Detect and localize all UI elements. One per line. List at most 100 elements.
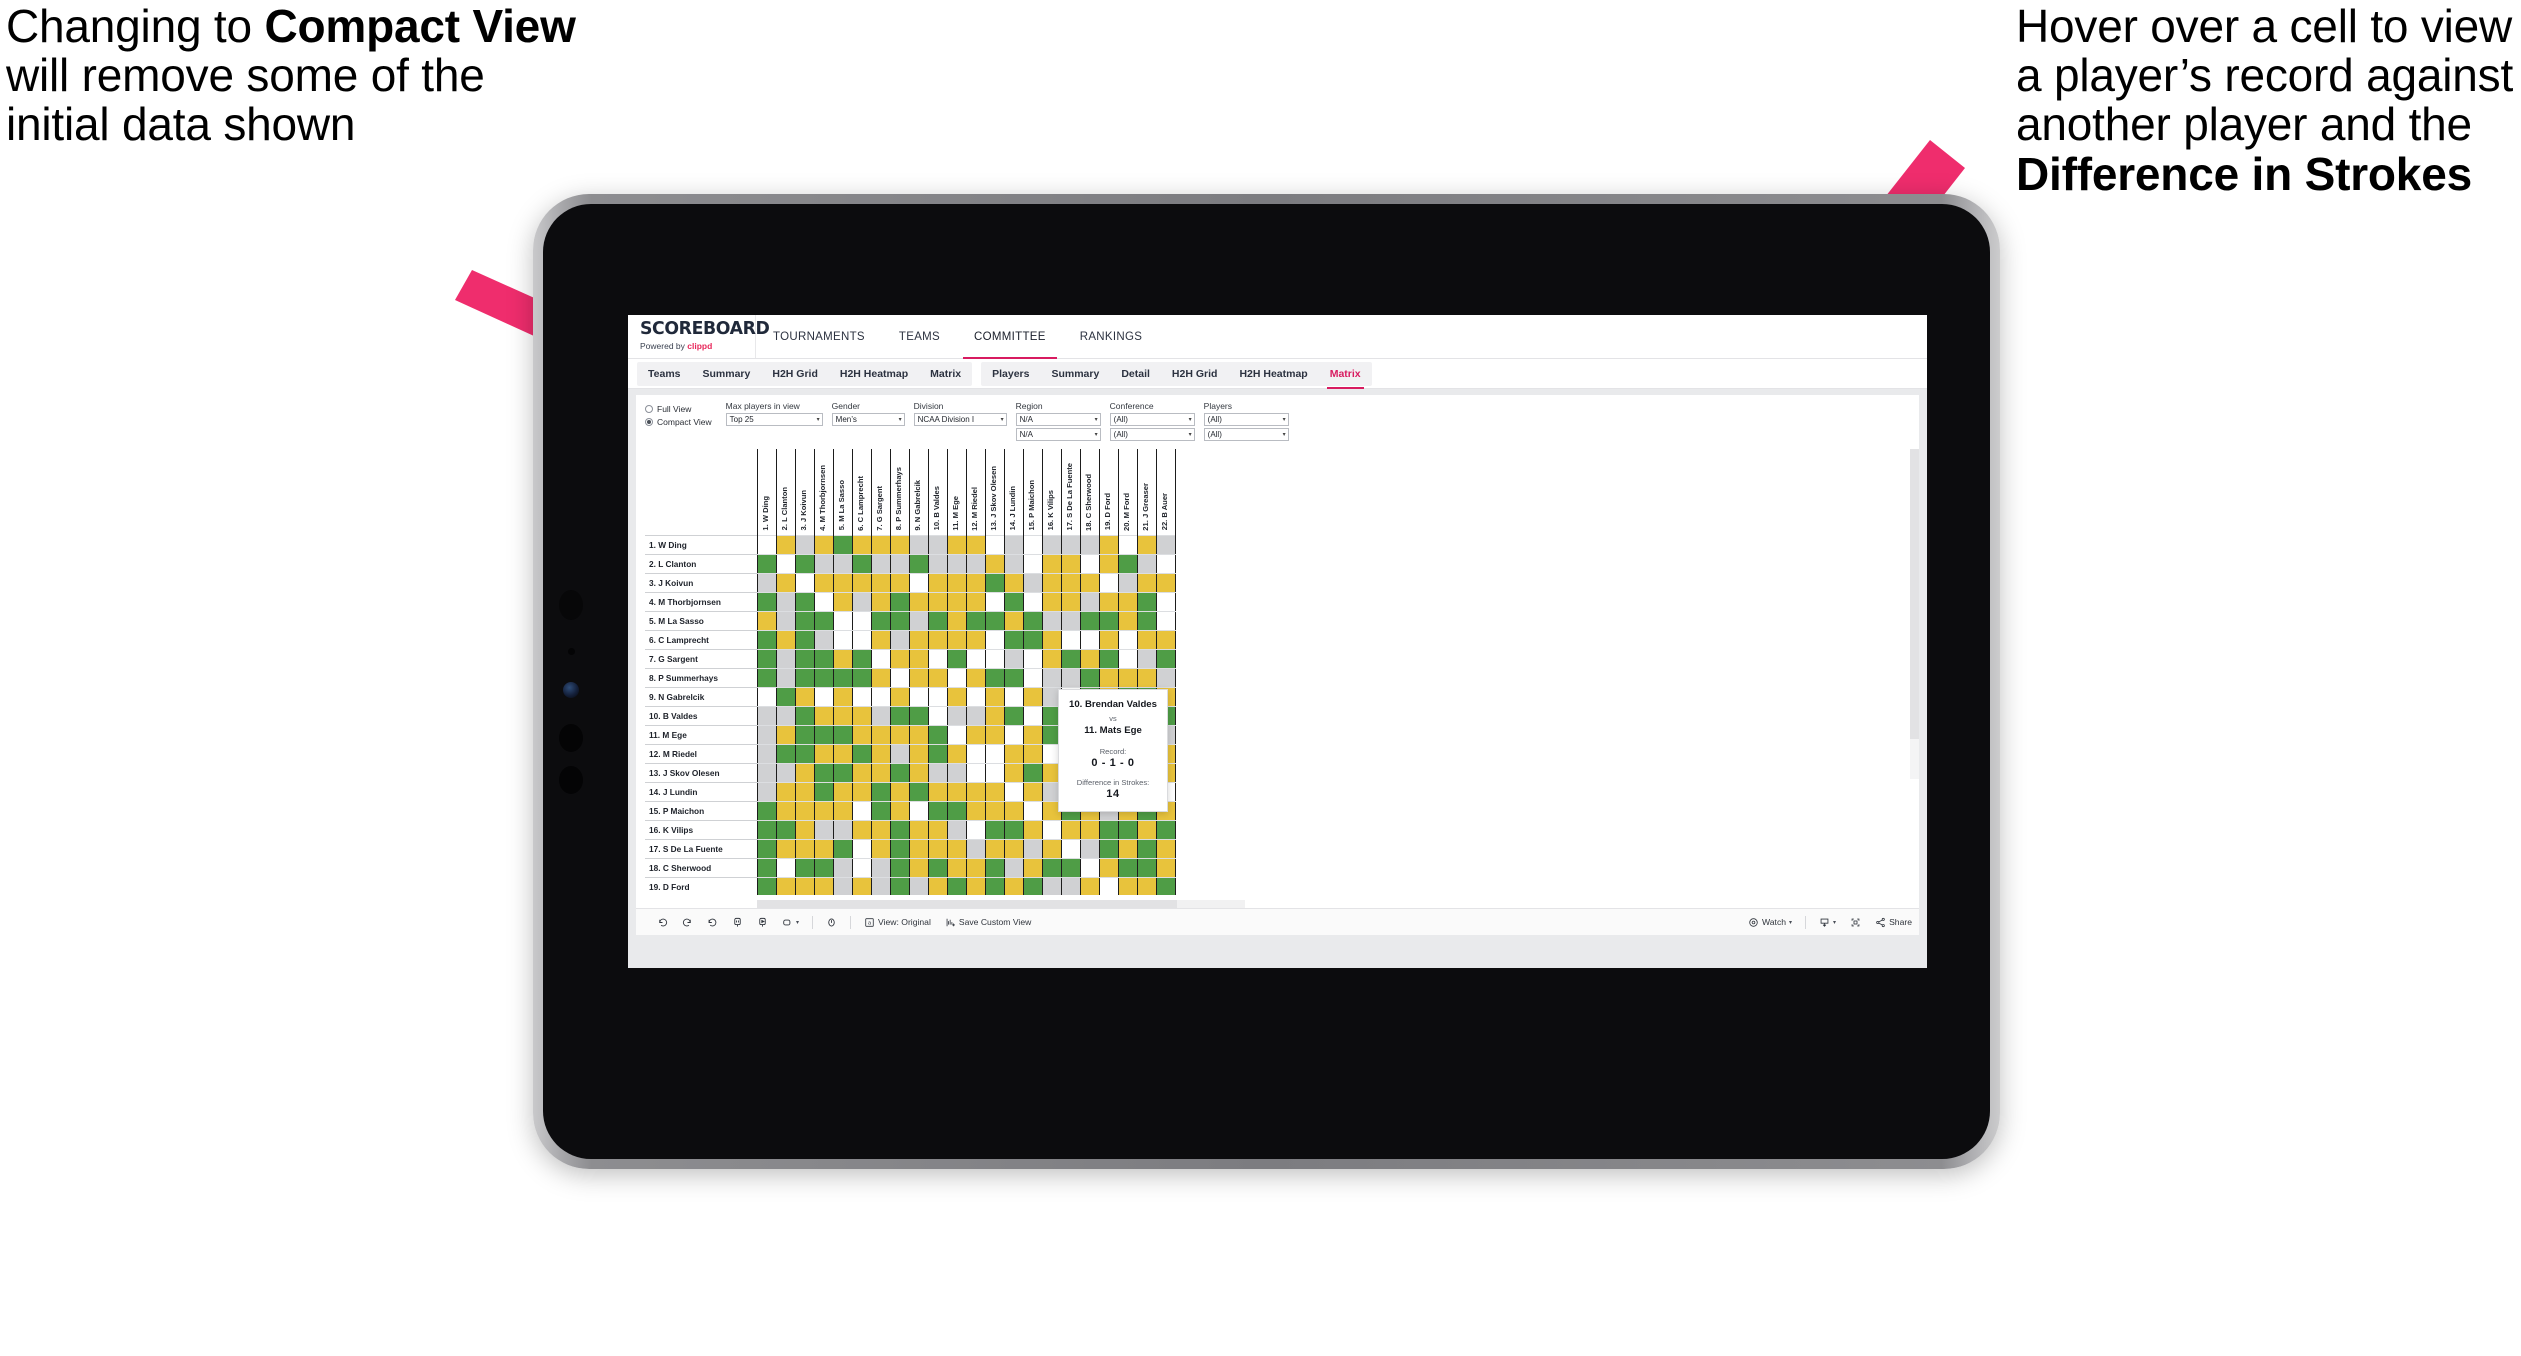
matrix-cell[interactable] [1022, 686, 1043, 707]
filter-select-conference-2[interactable]: (All) ▾ [1109, 428, 1195, 441]
matrix-cell[interactable] [851, 572, 872, 593]
matrix-cell[interactable] [794, 857, 815, 878]
redo-button[interactable] [675, 912, 700, 932]
matrix-row-header[interactable]: 9. N Gabrelcik [645, 686, 757, 707]
help-button[interactable] [819, 912, 844, 932]
matrix-cell[interactable] [870, 781, 891, 802]
matrix-cell[interactable] [813, 705, 834, 726]
matrix-column-header[interactable]: 19. D Ford [1098, 449, 1119, 535]
matrix-cell[interactable] [927, 876, 948, 895]
players-subtab-detail[interactable]: Detail [1110, 362, 1161, 386]
matrix-cell[interactable] [1041, 610, 1062, 631]
matrix-cell[interactable] [794, 762, 815, 783]
matrix-cell[interactable] [927, 743, 948, 764]
matrix-cell[interactable] [908, 743, 929, 764]
players-subtab-matrix[interactable]: Matrix [1319, 362, 1372, 389]
matrix-cell[interactable] [1022, 743, 1043, 764]
matrix-cell[interactable] [794, 534, 815, 555]
matrix-cell[interactable] [965, 686, 986, 707]
matrix-cell[interactable] [1098, 838, 1119, 859]
matrix-cell[interactable] [813, 876, 834, 895]
matrix-cell[interactable] [1060, 591, 1081, 612]
matrix-cell[interactable] [832, 762, 853, 783]
matrix-cell[interactable] [1155, 667, 1176, 688]
matrix-cell[interactable] [794, 819, 815, 840]
matrix-cell[interactable] [851, 705, 872, 726]
matrix-cell[interactable] [870, 819, 891, 840]
topnav-tab-tournaments[interactable]: TOURNAMENTS [756, 315, 882, 358]
matrix-column-header[interactable]: 21. J Greaser [1136, 449, 1157, 535]
matrix-cell[interactable] [851, 591, 872, 612]
matrix-cell[interactable] [908, 705, 929, 726]
matrix-cell[interactable] [889, 724, 910, 745]
matrix-cell[interactable] [794, 610, 815, 631]
matrix-cell[interactable] [889, 838, 910, 859]
chevron-down-icon[interactable]: ▾ [899, 416, 902, 423]
matrix-cell[interactable] [1079, 553, 1100, 574]
matrix-cell[interactable] [946, 724, 967, 745]
matrix-cell[interactable] [813, 743, 834, 764]
matrix-cell[interactable] [927, 838, 948, 859]
matrix-cell[interactable] [946, 838, 967, 859]
matrix-cell[interactable] [1098, 572, 1119, 593]
matrix-cell[interactable] [756, 686, 777, 707]
matrix-cell[interactable] [832, 876, 853, 895]
matrix-row-header[interactable]: 16. K Vilips [645, 819, 757, 840]
matrix-cell[interactable] [832, 629, 853, 650]
matrix-cell[interactable] [946, 762, 967, 783]
matrix-cell[interactable] [1041, 553, 1062, 574]
matrix-cell[interactable] [984, 857, 1005, 878]
matrix-cell[interactable] [870, 705, 891, 726]
matrix-cell[interactable] [946, 705, 967, 726]
matrix-cell[interactable] [1003, 686, 1024, 707]
matrix-cell[interactable] [832, 610, 853, 631]
matrix-cell[interactable] [965, 591, 986, 612]
matrix-cell[interactable] [946, 743, 967, 764]
matrix-cell[interactable] [832, 857, 853, 878]
matrix-cell[interactable] [756, 534, 777, 555]
matrix-cell[interactable] [832, 534, 853, 555]
matrix-cell[interactable] [927, 800, 948, 821]
matrix-cell[interactable] [1155, 857, 1176, 878]
matrix-cell[interactable] [832, 781, 853, 802]
matrix-cell[interactable] [1060, 857, 1081, 878]
matrix-cell[interactable] [1003, 743, 1024, 764]
matrix-cell[interactable] [908, 724, 929, 745]
zoom-caret-icon[interactable]: ▾ [796, 919, 799, 926]
matrix-cell[interactable] [1117, 648, 1138, 669]
matrix-cell[interactable] [984, 705, 1005, 726]
matrix-cell[interactable] [1079, 667, 1100, 688]
matrix-cell[interactable] [1003, 553, 1024, 574]
matrix-cell[interactable] [1022, 667, 1043, 688]
matrix-cell[interactable] [927, 553, 948, 574]
matrix-cell[interactable] [813, 534, 834, 555]
reset-button[interactable] [700, 912, 725, 932]
matrix-cell[interactable] [908, 591, 929, 612]
matrix-row-header[interactable]: 4. M Thorbjornsen [645, 591, 757, 612]
matrix-cell[interactable] [851, 724, 872, 745]
matrix-cell[interactable] [889, 572, 910, 593]
matrix-cell[interactable] [1136, 857, 1157, 878]
matrix-cell[interactable] [908, 838, 929, 859]
matrix-cell[interactable] [946, 800, 967, 821]
matrix-cell[interactable] [965, 743, 986, 764]
matrix-cell[interactable] [794, 591, 815, 612]
matrix-cell[interactable] [1098, 591, 1119, 612]
matrix-column-header[interactable]: 6. C Lamprecht [851, 449, 872, 535]
matrix-cell[interactable] [927, 591, 948, 612]
matrix-cell[interactable] [889, 857, 910, 878]
matrix-cell[interactable] [1022, 610, 1043, 631]
matrix-cell[interactable] [965, 629, 986, 650]
matrix-column-header[interactable]: 7. G Sargent [870, 449, 891, 535]
matrix-cell[interactable] [1098, 648, 1119, 669]
matrix-cell[interactable] [870, 591, 891, 612]
matrix-cell[interactable] [870, 762, 891, 783]
matrix-cell[interactable] [927, 572, 948, 593]
matrix-cell[interactable] [1022, 800, 1043, 821]
matrix-cell[interactable] [851, 838, 872, 859]
matrix-cell[interactable] [908, 610, 929, 631]
matrix-cell[interactable] [756, 572, 777, 593]
matrix-cell[interactable] [775, 553, 796, 574]
matrix-cell[interactable] [1022, 724, 1043, 745]
matrix-cell[interactable] [1155, 629, 1176, 650]
